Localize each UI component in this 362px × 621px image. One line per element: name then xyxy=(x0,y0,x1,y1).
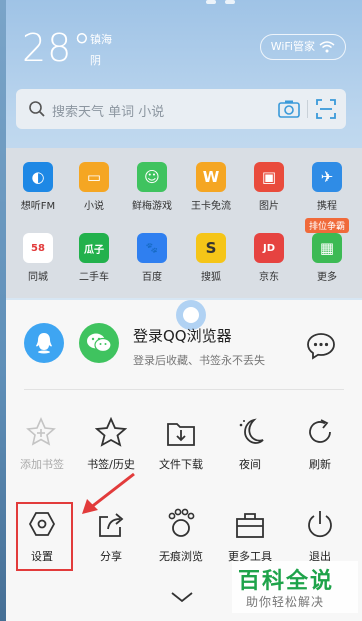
moon-icon xyxy=(239,418,264,444)
search-icon xyxy=(29,101,45,117)
message-icon[interactable] xyxy=(306,332,336,360)
scan-icon[interactable] xyxy=(316,99,336,119)
watermark-title: 百科全说 xyxy=(238,569,335,594)
app-shortcut[interactable]: ◐ 想听FM xyxy=(8,162,68,212)
power-icon xyxy=(308,511,332,538)
add-bookmark-label: 添加书签 xyxy=(20,458,64,471)
refresh-icon xyxy=(309,419,331,443)
wechat-login-icon[interactable] xyxy=(79,323,119,363)
app-label: 京东 xyxy=(259,272,279,283)
app-icon: JD xyxy=(254,233,284,263)
incognito-button[interactable]: 无痕浏览 xyxy=(146,505,216,564)
qq-penguin-icon xyxy=(36,333,52,354)
star-icon xyxy=(95,417,127,447)
more-tools-button[interactable]: 更多工具 xyxy=(215,505,285,564)
app-label: 图片 xyxy=(259,201,279,212)
app-label: 更多 xyxy=(317,272,337,283)
app-label: 二手车 xyxy=(79,272,109,283)
weather-temperature[interactable]: 28° xyxy=(22,26,92,70)
app-shortcut[interactable]: ▭ 小说 xyxy=(64,162,124,212)
app-shortcut[interactable]: JD 京东 xyxy=(239,233,299,283)
app-icon: ☺ xyxy=(137,162,167,192)
toolbox-icon xyxy=(236,513,264,538)
app-icon: S xyxy=(196,233,226,263)
app-icon: ▭ xyxy=(79,162,109,192)
weather-condition: 阴 xyxy=(90,54,101,67)
app-icon: ▣ xyxy=(254,162,284,192)
login-title[interactable]: 登录QQ浏览器 xyxy=(133,325,232,346)
app-label: 小说 xyxy=(84,201,104,212)
app-shortcut[interactable]: W 王卡免流 xyxy=(181,162,241,212)
add-bookmark-button[interactable]: 添加书签 xyxy=(7,413,77,472)
app-shortcut[interactable]: 🐾 百度 xyxy=(122,233,182,283)
app-label: 鲜梅游戏 xyxy=(132,201,172,212)
status-indicator xyxy=(225,0,235,4)
app-icon: ▦ xyxy=(312,233,342,263)
watermark: 百科全说 助你轻松解决 xyxy=(232,561,358,613)
wifi-icon xyxy=(319,41,335,53)
app-label: 搜狐 xyxy=(201,272,221,283)
app-shortcut[interactable]: 瓜子 二手车 xyxy=(64,233,124,283)
incognito-label: 无痕浏览 xyxy=(159,550,203,563)
login-subtitle: 登录后收藏、书签永不丢失 xyxy=(133,354,265,367)
wechat-icon xyxy=(87,333,112,353)
menu-divider xyxy=(24,389,344,390)
app-shortcut[interactable]: S 搜狐 xyxy=(181,233,241,283)
footprint-icon xyxy=(168,508,195,537)
weather-city: 镇海 xyxy=(90,33,112,46)
qq-login-icon[interactable] xyxy=(24,323,64,363)
file-download-label: 文件下载 xyxy=(159,458,203,471)
app-label: 携程 xyxy=(317,201,337,212)
app-shortcut[interactable]: 58 同城 xyxy=(8,233,68,283)
star-plus-icon xyxy=(26,417,56,446)
app-icon: 瓜子 xyxy=(79,233,109,263)
download-folder-icon xyxy=(167,423,195,446)
exit-button[interactable]: 退出 xyxy=(285,505,355,564)
wifi-manager-button[interactable]: WiFi管家 xyxy=(259,34,346,60)
share-label: 分享 xyxy=(100,550,122,563)
collapse-chevron-icon[interactable] xyxy=(170,590,194,604)
camera-icon[interactable] xyxy=(278,99,300,119)
watermark-subtitle: 助你轻松解决 xyxy=(246,595,325,609)
app-icon: 58 xyxy=(23,233,53,263)
app-shortcut[interactable]: ▦ 更多 xyxy=(297,233,357,283)
app-shortcut[interactable]: ✈ 携程 xyxy=(297,162,357,212)
pointer-arrow-icon xyxy=(82,472,135,514)
app-icon: ✈ xyxy=(312,162,342,192)
night-mode-label: 夜间 xyxy=(239,458,261,471)
status-indicator xyxy=(206,0,216,4)
app-label: 百度 xyxy=(142,272,162,283)
app-label: 想听FM xyxy=(20,201,56,212)
refresh-label: 刷新 xyxy=(309,458,331,471)
search-bar[interactable]: 搜索天气 单词 小说 xyxy=(16,89,346,129)
app-icon: W xyxy=(196,162,226,192)
settings-highlight-box xyxy=(16,502,73,571)
search-placeholder: 搜索天气 单词 小说 xyxy=(52,105,165,120)
app-icon: 🐾 xyxy=(137,233,167,263)
app-shortcut[interactable]: ▣ 图片 xyxy=(239,162,299,212)
app-shortcut[interactable]: ☺ 鲜梅游戏 xyxy=(122,162,182,212)
app-label: 同城 xyxy=(28,272,48,283)
wifi-manager-label: WiFi管家 xyxy=(270,40,315,53)
app-icon: ◐ xyxy=(23,162,53,192)
refresh-button[interactable]: 刷新 xyxy=(285,413,355,472)
app-label: 王卡免流 xyxy=(191,201,231,212)
bookmarks-history-button[interactable]: 书签/历史 xyxy=(76,413,146,472)
search-divider xyxy=(307,100,308,118)
status-bar xyxy=(0,0,362,8)
rank-badge: 排位争霸 xyxy=(305,218,350,233)
night-mode-button[interactable]: 夜间 xyxy=(215,413,285,472)
file-download-button[interactable]: 文件下载 xyxy=(146,413,216,472)
